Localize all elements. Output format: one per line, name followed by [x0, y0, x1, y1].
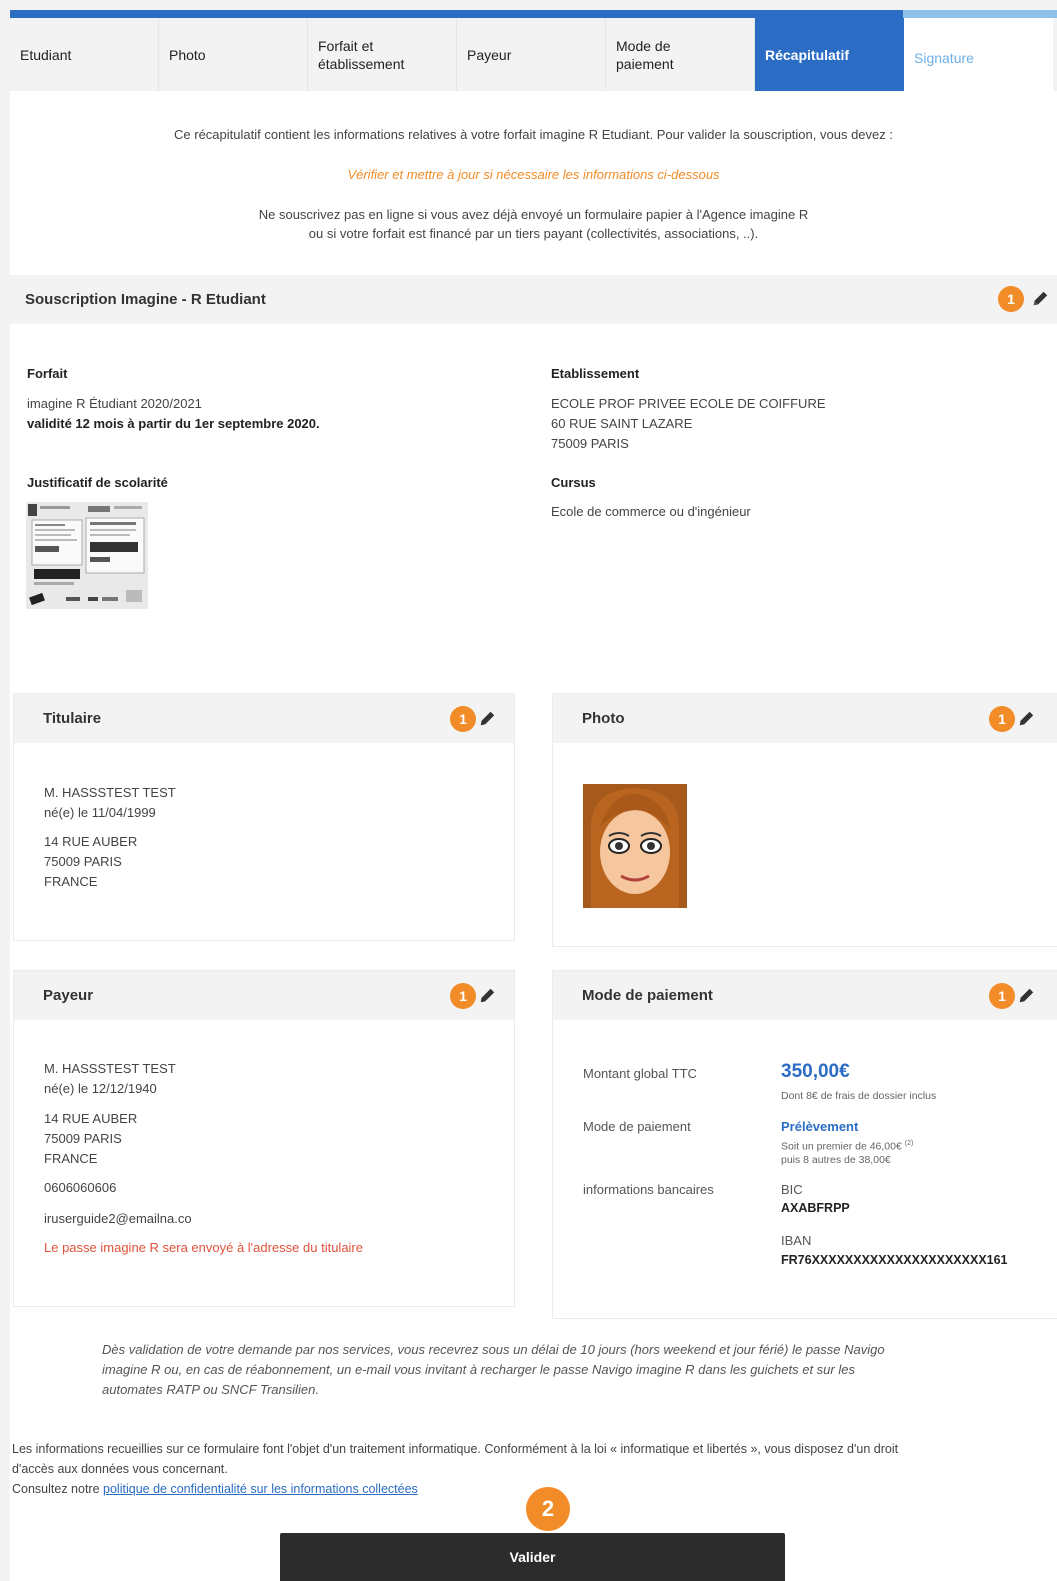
mode-value: Prélèvement	[781, 1119, 859, 1134]
titulaire-card: Titulaire 1 M. HASSSTEST TEST né(e) le 1…	[13, 693, 515, 941]
justificatif-label: Justificatif de scolarité	[27, 475, 168, 490]
total-note: Dont 8€ de frais de dossier inclus	[781, 1090, 937, 1102]
step-label: Forfait et établissement	[318, 37, 405, 72]
titulaire-name: M. HASSSTEST TEST	[44, 785, 176, 800]
step-badge: 1	[989, 706, 1015, 732]
forfait-validity: validité 12 mois à partir du 1er septemb…	[27, 416, 320, 431]
step-label: Récapitulatif	[765, 46, 850, 63]
photo-card: Photo 1	[552, 693, 1057, 947]
step-payeur[interactable]: Payeur	[457, 18, 606, 91]
bic-label: BIC	[781, 1182, 803, 1197]
legal-prefix: Consultez notre	[12, 1482, 104, 1496]
payeur-country: FRANCE	[44, 1151, 98, 1166]
bic-value: AXABFRPP	[781, 1201, 850, 1215]
mode-note-1-sup: (2)	[904, 1140, 914, 1147]
pencil-icon[interactable]	[1031, 290, 1049, 308]
pencil-icon[interactable]	[478, 987, 496, 1005]
payeur-header: Payeur	[14, 971, 514, 1020]
iban-label: IBAN	[781, 1233, 812, 1248]
recap-page: Etudiant Photo Forfait et établissement …	[10, 10, 1057, 1581]
step-label: Payeur	[467, 46, 512, 63]
pencil-icon[interactable]	[1017, 710, 1035, 728]
step-etudiant[interactable]: Etudiant	[10, 18, 159, 91]
intro-warning: Vérifier et mettre à jour si nécessaire …	[347, 167, 720, 182]
total-amount: 350,00€	[781, 1061, 850, 1082]
intro-text: Ce récapitulatif contient les informatio…	[174, 127, 893, 142]
intro-note-1: Ne souscrivez pas en ligne si vous avez …	[258, 207, 809, 222]
privacy-policy-link[interactable]: politique de confidentialité sur les inf…	[103, 1482, 418, 1496]
payeur-delivery-notice: Le passe imagine R sera envoyé à l'adres…	[44, 1240, 363, 1255]
payeur-phone: 0606060606	[44, 1180, 117, 1195]
etablissement-label: Etablissement	[551, 366, 640, 381]
payeur-birth: né(e) le 12/12/1940	[44, 1081, 157, 1096]
progress-bar-remaining	[903, 10, 1057, 18]
paiement-header: Mode de paiement	[553, 971, 1057, 1020]
step-recapitulatif[interactable]: Récapitulatif	[755, 18, 904, 91]
valider-button[interactable]: Valider	[280, 1533, 785, 1581]
mode-label: Mode de paiement	[583, 1119, 691, 1134]
titulaire-city: 75009 PARIS	[44, 854, 122, 869]
paiement-card: Mode de paiement 1 Montant global TTC 35…	[552, 970, 1057, 1319]
pencil-icon[interactable]	[478, 710, 496, 728]
etablissement-city: 75009 PARIS	[551, 436, 629, 451]
payeur-email: iruserguide2@emailna.co	[44, 1211, 192, 1226]
delivery-notice-2: imagine R ou, en cas de réabonnement, un…	[102, 1362, 855, 1377]
step-label: Photo	[169, 46, 206, 63]
cursus-label: Cursus	[551, 475, 596, 490]
etablissement-name: ECOLE PROF PRIVEE ECOLE DE COIFFURE	[551, 396, 826, 411]
legal-text-3: Consultez notre politique de confidentia…	[12, 1479, 418, 1499]
etablissement-street: 60 RUE SAINT LAZARE	[551, 416, 693, 431]
pencil-icon[interactable]	[1017, 987, 1035, 1005]
titulaire-header: Titulaire	[14, 694, 514, 743]
step-mode-paiement[interactable]: Mode de paiement	[606, 18, 755, 91]
mode-note-1-text: Soit un premier de 46,00€	[781, 1140, 902, 1153]
step-signature[interactable]: Signature	[904, 18, 1053, 91]
payeur-name: M. HASSSTEST TEST	[44, 1061, 176, 1076]
step-photo[interactable]: Photo	[159, 18, 308, 91]
photo-title: Photo	[582, 710, 625, 727]
step-badge: 1	[998, 286, 1024, 312]
intro-note-2: ou si votre forfait est financé par un t…	[308, 226, 759, 241]
titulaire-title: Titulaire	[43, 710, 102, 727]
payeur-card: Payeur 1 M. HASSSTEST TEST né(e) le 12/1…	[13, 970, 515, 1307]
step-label: Etudiant	[20, 46, 72, 63]
cursus-value: Ecole de commerce ou d'ingénieur	[551, 504, 751, 519]
step-label: Mode de paiement	[616, 37, 674, 72]
mode-note-1: Soit un premier de 46,00€ (2)	[781, 1137, 913, 1154]
titulaire-street: 14 RUE AUBER	[44, 834, 138, 849]
paiement-title: Mode de paiement	[582, 987, 713, 1004]
step-badge: 1	[989, 983, 1015, 1009]
legal-text-1: Les informations recueillies sur ce form…	[12, 1442, 899, 1456]
avatar-photo	[583, 784, 687, 908]
mode-note-2: puis 8 autres de 38,00€	[781, 1154, 891, 1166]
progress-bar-done	[10, 10, 904, 18]
step-badge: 1	[450, 706, 476, 732]
payeur-city: 75009 PARIS	[44, 1131, 122, 1146]
subscription-title: Souscription Imagine - R Etudiant	[25, 291, 266, 308]
step-badge: 2	[526, 1487, 570, 1531]
bank-label: informations bancaires	[583, 1182, 714, 1197]
iban-value: FR76XXXXXXXXXXXXXXXXXXXXX161	[781, 1253, 1008, 1267]
delivery-notice-1: Dès validation de votre demande par nos …	[102, 1342, 885, 1357]
stepper: Etudiant Photo Forfait et établissement …	[10, 18, 1057, 91]
legal-text-2: d'accès aux données vous concernant.	[12, 1462, 228, 1476]
forfait-label: Forfait	[27, 366, 68, 381]
progress-bar	[10, 10, 1057, 18]
step-forfait[interactable]: Forfait et établissement	[308, 18, 457, 91]
step-badge: 1	[450, 983, 476, 1009]
step-label: Signature	[914, 49, 974, 66]
total-label: Montant global TTC	[583, 1066, 697, 1081]
payeur-title: Payeur	[43, 987, 94, 1004]
document-thumbnail-icon[interactable]	[26, 502, 148, 609]
forfait-name: imagine R Étudiant 2020/2021	[27, 396, 202, 411]
titulaire-birth: né(e) le 11/04/1999	[44, 805, 156, 820]
titulaire-country: FRANCE	[44, 874, 98, 889]
payeur-street: 14 RUE AUBER	[44, 1111, 138, 1126]
subscription-header: Souscription Imagine - R Etudiant	[10, 275, 1057, 324]
photo-header: Photo	[553, 694, 1057, 743]
delivery-notice-3: automates RATP ou SNCF Transilien.	[102, 1382, 319, 1397]
